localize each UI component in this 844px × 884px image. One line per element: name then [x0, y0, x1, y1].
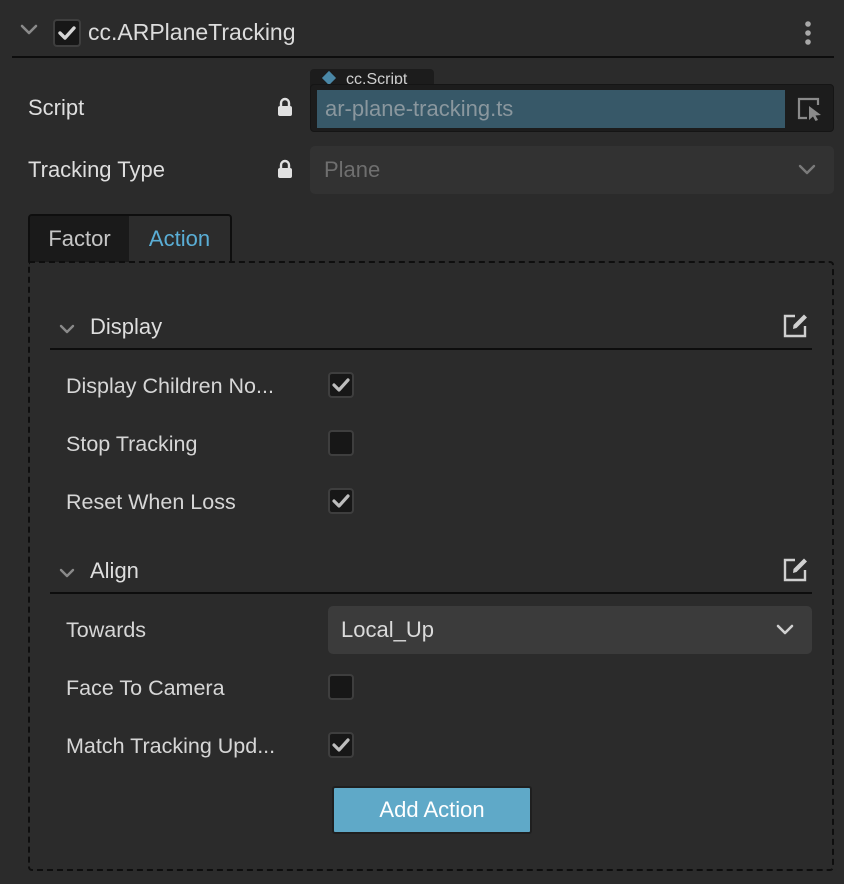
towards-label: Towards — [66, 618, 147, 642]
face-to-camera-checkbox[interactable] — [328, 674, 354, 700]
chevron-down-icon — [798, 164, 816, 176]
tab-bar: Factor Action — [28, 214, 232, 262]
checkmark-icon — [332, 378, 350, 392]
chevron-down-icon — [776, 624, 794, 636]
display-children-checkbox[interactable] — [328, 372, 354, 398]
edit-icon[interactable] — [783, 556, 809, 582]
tracking-type-select[interactable]: Plane — [310, 146, 834, 194]
more-vertical-icon[interactable] — [800, 20, 816, 46]
display-children-label: Display Children No... — [66, 374, 274, 398]
towards-select[interactable]: Local_Up — [328, 606, 812, 654]
chevron-down-icon[interactable] — [20, 24, 38, 36]
component-enabled-checkbox[interactable] — [53, 19, 81, 47]
stop-tracking-label: Stop Tracking — [66, 432, 198, 456]
component-header: cc.ARPlaneTracking — [12, 8, 834, 58]
chevron-down-icon[interactable] — [59, 568, 75, 579]
script-asset-field[interactable]: ar-plane-tracking.ts — [310, 84, 834, 132]
checkmark-icon — [332, 738, 350, 752]
reset-when-loss-checkbox[interactable] — [328, 488, 354, 514]
match-tracking-update-label: Match Tracking Upd... — [66, 734, 276, 758]
align-section-title: Align — [90, 558, 139, 583]
reset-when-loss-label: Reset When Loss — [66, 490, 236, 514]
face-to-camera-label: Face To Camera — [66, 676, 225, 700]
select-asset-icon[interactable] — [797, 97, 823, 121]
script-label: Script — [28, 95, 85, 120]
align-section-header[interactable]: Align — [50, 554, 812, 594]
chevron-down-icon[interactable] — [59, 324, 75, 335]
add-action-button[interactable]: Add Action — [332, 786, 532, 834]
match-tracking-update-checkbox[interactable] — [328, 732, 354, 758]
tab-factor[interactable]: Factor — [30, 216, 130, 262]
towards-value: Local_Up — [341, 617, 434, 642]
script-value[interactable]: ar-plane-tracking.ts — [317, 90, 785, 128]
checkmark-icon — [332, 494, 350, 508]
component-title: cc.ARPlaneTracking — [88, 19, 296, 45]
lock-icon — [277, 97, 293, 117]
stop-tracking-checkbox[interactable] — [328, 430, 354, 456]
tab-action[interactable]: Action — [129, 216, 230, 262]
checkmark-icon — [58, 26, 76, 40]
display-section-title: Display — [90, 314, 163, 339]
edit-icon[interactable] — [783, 312, 809, 338]
tracking-type-value: Plane — [324, 157, 381, 182]
lock-icon — [277, 159, 293, 179]
tracking-type-label: Tracking Type — [28, 157, 165, 182]
display-section-header[interactable]: Display — [50, 310, 812, 350]
script-diamond-icon — [321, 70, 337, 86]
